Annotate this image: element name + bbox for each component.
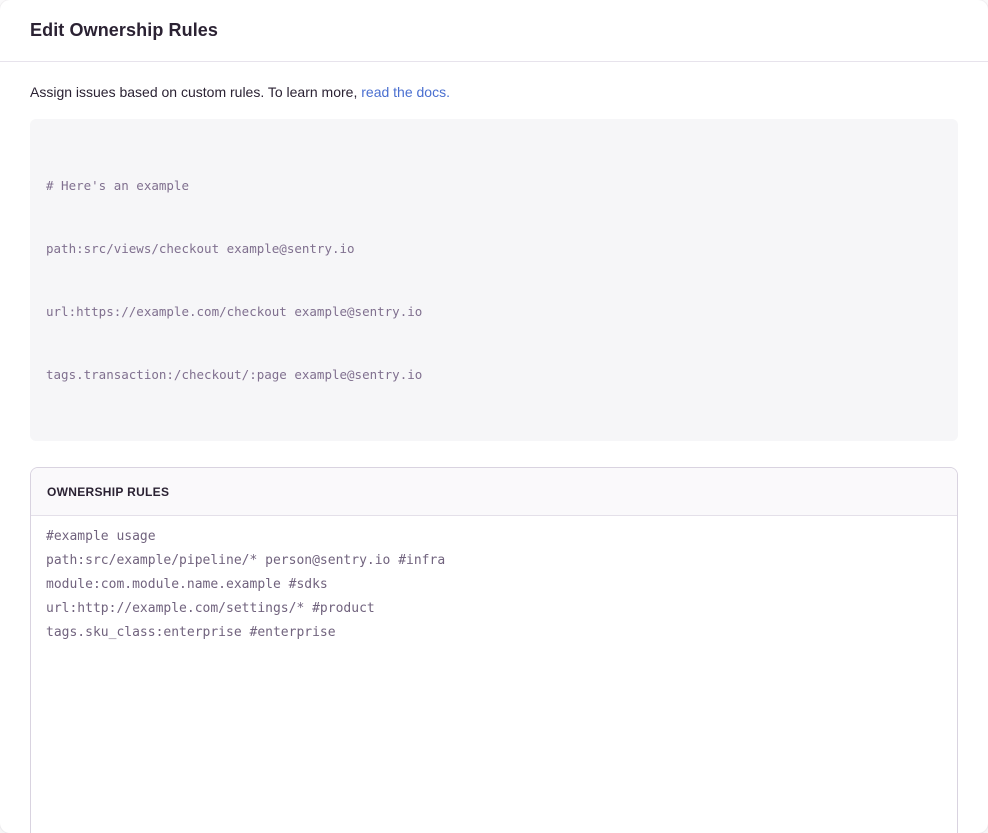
panel-header-label: OWNERSHIP RULES (47, 485, 169, 499)
modal-header: Edit Ownership Rules (0, 0, 988, 62)
example-code-line: url:https://example.com/checkout example… (46, 301, 942, 322)
example-code-block: # Here's an example path:src/views/check… (30, 119, 958, 441)
edit-ownership-rules-modal: Edit Ownership Rules Assign issues based… (0, 0, 988, 833)
example-code-line: path:src/views/checkout example@sentry.i… (46, 238, 942, 259)
description-after-link: . (446, 84, 450, 100)
description-before-link: Assign issues based on custom rules. To … (30, 84, 361, 100)
example-code-line: # Here's an example (46, 175, 942, 196)
ownership-rules-panel-header: OWNERSHIP RULES (31, 468, 957, 516)
ownership-rules-textarea[interactable]: #example usage path:src/example/pipeline… (31, 516, 957, 833)
ownership-rules-panel: OWNERSHIP RULES #example usage path:src/… (30, 467, 958, 833)
modal-title: Edit Ownership Rules (30, 20, 218, 41)
read-the-docs-link[interactable]: read the docs (361, 84, 446, 100)
description-text: Assign issues based on custom rules. To … (30, 83, 958, 102)
modal-body: Assign issues based on custom rules. To … (0, 62, 988, 833)
example-code-line: tags.transaction:/checkout/:page example… (46, 364, 942, 385)
